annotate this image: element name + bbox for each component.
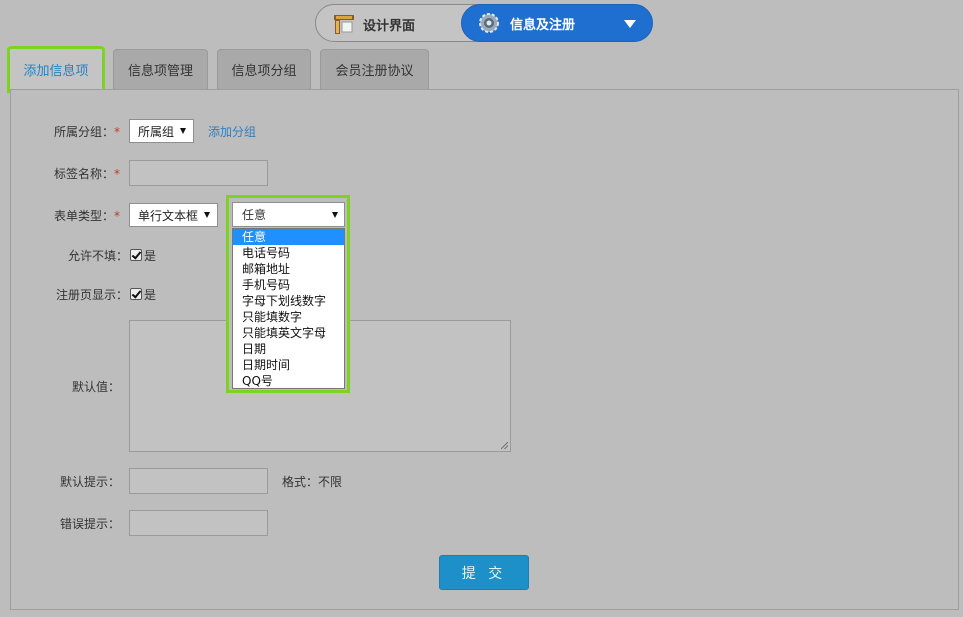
show-on-register-checkbox[interactable] — [130, 288, 142, 300]
info-register-mode-button[interactable]: 信息及注册 — [461, 4, 653, 42]
default-hint-input[interactable] — [129, 468, 268, 494]
dropdown-arrow-icon — [204, 212, 210, 218]
format-option[interactable]: 日期时间 — [233, 357, 344, 373]
tab-label: 信息项分组 — [231, 64, 297, 79]
resize-grip-icon[interactable] — [501, 442, 508, 449]
format-option[interactable]: 邮箱地址 — [233, 261, 344, 277]
group-select[interactable]: 所属组 — [129, 119, 194, 143]
format-option[interactable]: 字母下划线数字 — [233, 293, 344, 309]
dropdown-arrow-icon — [180, 128, 186, 134]
format-option[interactable]: 电话号码 — [233, 245, 344, 261]
allow-empty-text: 是 — [144, 249, 157, 263]
error-hint-label: 错误提示： — [59, 517, 120, 531]
format-option[interactable]: QQ号 — [233, 373, 344, 389]
tab-add-info-item[interactable]: 添加信息项 — [7, 46, 105, 93]
chevron-down-icon[interactable] — [624, 20, 636, 28]
submit-button[interactable]: 提 交 — [439, 555, 529, 590]
group-label: 所属分组：* — [53, 125, 120, 139]
tab-label: 添加信息项 — [23, 64, 89, 79]
tab-info-item-grouping[interactable]: 信息项分组 — [217, 49, 311, 89]
format-option[interactable]: 任意 — [233, 229, 344, 245]
default-hint-label: 默认提示： — [59, 475, 120, 489]
default-value-label: 默认值： — [71, 380, 120, 394]
format-note: 格式：不限 — [282, 475, 343, 489]
format-options-list: 任意 电话号码 邮箱地址 手机号码 字母下划线数字 只能填数字 只能填英文字母 … — [232, 228, 345, 389]
design-mode-label: 设计界面 — [363, 18, 416, 34]
format-option[interactable]: 只能填英文字母 — [233, 325, 344, 341]
format-option[interactable]: 只能填数字 — [233, 309, 344, 325]
gear-icon — [478, 12, 500, 34]
tag-name-label: 标签名称：* — [53, 167, 120, 181]
dropdown-arrow-icon — [332, 212, 338, 218]
tab-label: 会员注册协议 — [335, 64, 414, 79]
allow-empty-checkbox[interactable] — [130, 249, 142, 261]
tab-label: 信息项管理 — [127, 64, 193, 79]
mode-switch: 设计界面 信息及注册 — [315, 4, 653, 42]
tab-member-registration-agreement[interactable]: 会员注册协议 — [320, 49, 429, 89]
format-option[interactable]: 手机号码 — [233, 277, 344, 293]
tag-name-input[interactable] — [129, 160, 268, 186]
form-type-label: 表单类型：* — [53, 209, 120, 223]
show-on-register-text: 是 — [144, 288, 157, 302]
format-select[interactable]: 任意 — [232, 202, 345, 227]
allow-empty-label: 允许不填： — [67, 249, 128, 263]
info-register-mode-label: 信息及注册 — [510, 17, 576, 33]
design-tool-icon — [333, 13, 355, 35]
add-group-link[interactable]: 添加分组 — [208, 123, 256, 140]
form-type-select[interactable]: 单行文本框 — [129, 203, 218, 227]
error-hint-input[interactable] — [129, 510, 268, 536]
format-option[interactable]: 日期 — [233, 341, 344, 357]
show-on-register-label: 注册页显示： — [55, 288, 128, 302]
design-mode-button[interactable]: 设计界面 — [333, 11, 415, 37]
tab-info-item-management[interactable]: 信息项管理 — [113, 49, 208, 89]
